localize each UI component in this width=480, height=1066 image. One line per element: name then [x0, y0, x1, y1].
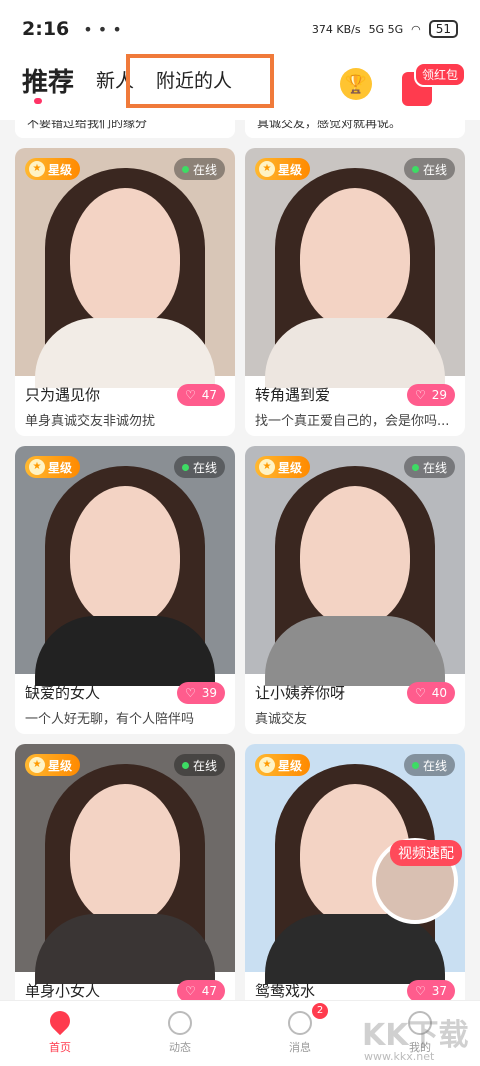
location-pin-icon [45, 1006, 75, 1036]
tab-indicator [34, 98, 42, 104]
user-name: 让小姨养你呀 [255, 684, 346, 702]
tab-recommend[interactable]: 推荐 [22, 62, 74, 99]
status-icons: 374 KB/s 5G 5G ◠ 51 [312, 20, 458, 38]
network-speed: 374 KB/s [311, 22, 361, 36]
online-status: 在线 [173, 754, 225, 776]
online-status: 在线 [403, 754, 455, 776]
user-card[interactable]: ★ 星级 在线 让小姨养你呀 ♡ 40 真诚交友 [245, 446, 465, 734]
like-button[interactable]: ♡ 47 [176, 384, 225, 406]
star-icon: ★ [259, 757, 275, 773]
vip-badge: ★ 星级 [255, 754, 311, 776]
user-desc: 真诚交友 [255, 712, 308, 727]
online-status: 在线 [403, 158, 455, 180]
user-desc: 单身真诚交友非诚勿扰 [25, 414, 156, 429]
star-icon: ★ [29, 459, 45, 475]
user-photo [15, 744, 235, 984]
vip-badge: ★ 星级 [25, 754, 81, 776]
status-bar: 2:16 • • • 374 KB/s 5G 5G ◠ 51 [0, 0, 480, 58]
user-name: 转角遇到爱 [255, 386, 331, 404]
previous-card-desc: 真诚交友，感觉对就再说。 [245, 120, 465, 138]
user-card[interactable]: ★ 星级 在线 转角遇到爱 ♡ 29 找一个真正爱自己的，会是你吗... [245, 148, 465, 436]
red-packet-label[interactable]: 领红包 [414, 62, 467, 87]
user-card[interactable]: ★ 星级 在线 只为遇见你 ♡ 47 单身真诚交友非诚勿扰 [15, 148, 235, 436]
user-name: 缺爱的女人 [25, 684, 101, 702]
highlight-box [126, 54, 274, 108]
trophy-icon[interactable]: 🏆 [340, 68, 372, 100]
battery-icon: 51 [428, 20, 458, 38]
heart-icon: ♡ [414, 686, 426, 700]
user-photo [15, 148, 235, 388]
heart-icon: ♡ [184, 388, 196, 402]
signal-icon: 5G 5G [368, 22, 404, 36]
online-status: 在线 [173, 158, 225, 180]
wifi-icon: ◠ [411, 22, 421, 36]
like-button[interactable]: ♡ 47 [176, 980, 225, 1000]
user-photo [15, 446, 235, 686]
heart-icon: ♡ [414, 984, 426, 998]
heart-icon: ♡ [184, 686, 196, 700]
like-button[interactable]: ♡ 29 [406, 384, 455, 406]
top-tab-bar: 推荐 新人 附近的人 🏆 领红包 [0, 54, 480, 120]
vip-badge: ★ 星级 [25, 158, 81, 180]
vip-badge: ★ 星级 [255, 158, 311, 180]
play-icon [168, 1011, 192, 1035]
chat-icon [288, 1011, 312, 1035]
watermark-url: www.kkx.net [364, 1050, 435, 1063]
user-name: 单身小女人 [25, 982, 101, 1000]
user-photo [245, 446, 465, 686]
user-name: 只为遇见你 [25, 386, 101, 404]
like-button[interactable]: ♡ 37 [406, 980, 455, 1000]
star-icon: ★ [259, 459, 275, 475]
like-button[interactable]: ♡ 40 [406, 682, 455, 704]
star-icon: ★ [29, 161, 45, 177]
star-icon: ★ [259, 161, 275, 177]
message-count-badge: 2 [312, 1003, 328, 1019]
star-icon: ★ [29, 757, 45, 773]
heart-icon: ♡ [184, 984, 196, 998]
more-notifications-icon: • • • [83, 19, 122, 39]
clock: 2:16 [22, 18, 70, 40]
user-card[interactable]: ★ 星级 在线 单身小女人 ♡ 47 [15, 744, 235, 1000]
user-photo [245, 148, 465, 388]
user-name: 鸳鸯戏水 [255, 982, 316, 1000]
nav-home[interactable]: 首页 [0, 1001, 120, 1066]
vip-badge: ★ 星级 [255, 456, 311, 478]
nav-messages[interactable]: 2 消息 [240, 1001, 360, 1066]
watermark-logo: KK下载 [362, 1018, 469, 1053]
user-desc: 找一个真正爱自己的，会是你吗... [255, 414, 450, 429]
user-desc: 一个人好无聊，有个人陪伴吗 [25, 712, 195, 727]
heart-icon: ♡ [414, 388, 426, 402]
vip-badge: ★ 星级 [25, 456, 81, 478]
previous-card-desc: 不要错过给我们的缘分 [15, 120, 235, 138]
online-status: 在线 [173, 456, 225, 478]
video-match-button[interactable]: 视频速配 [390, 840, 462, 866]
user-card[interactable]: ★ 星级 在线 缺爱的女人 ♡ 39 一个人好无聊，有个人陪伴吗 [15, 446, 235, 734]
online-status: 在线 [403, 456, 455, 478]
like-button[interactable]: ♡ 39 [176, 682, 225, 704]
nav-moments[interactable]: 动态 [120, 1001, 240, 1066]
